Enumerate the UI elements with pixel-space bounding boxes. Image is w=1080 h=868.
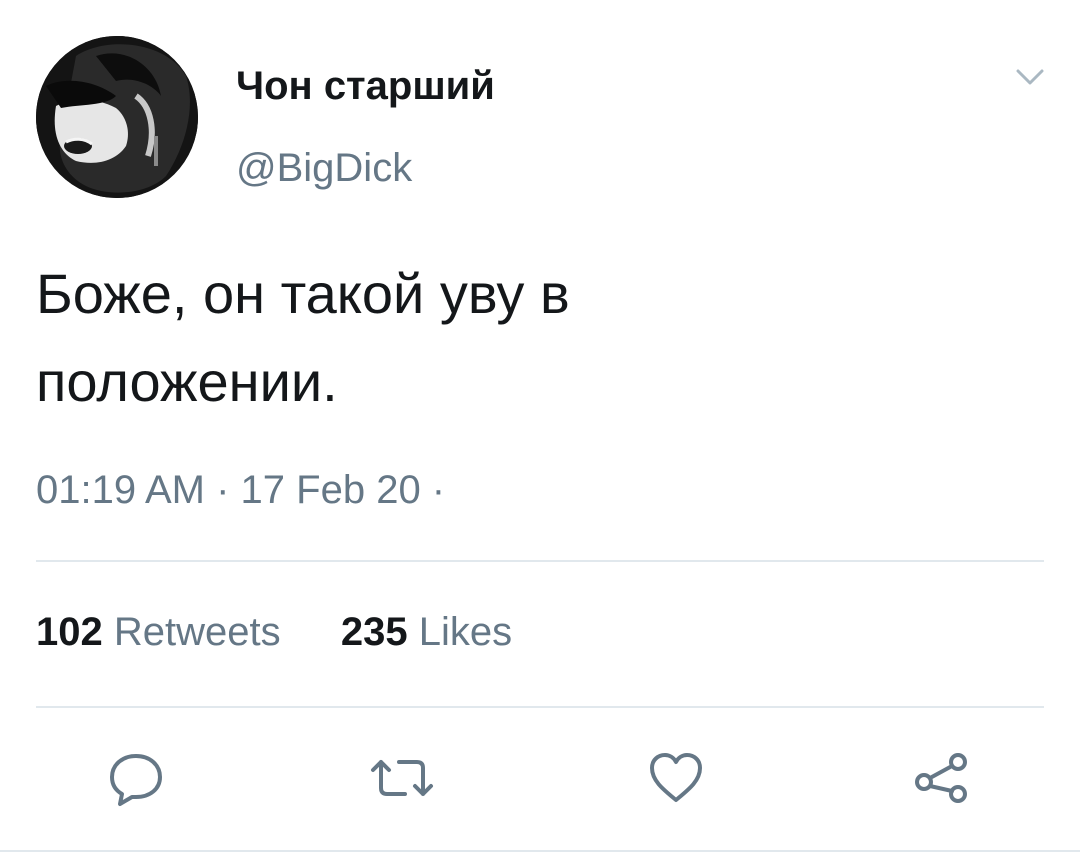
timestamp[interactable]: 01:19 AM · 17 Feb 20 · — [36, 466, 445, 514]
tweet-text-line: Боже, он такой уву в — [36, 262, 570, 325]
like-button[interactable] — [640, 744, 712, 816]
likes-count: 235 — [340, 610, 408, 654]
tweet-text: Боже, он такой уву в положении. — [36, 250, 1036, 426]
retweet-icon — [367, 746, 437, 815]
display-name[interactable]: Чон старший — [236, 62, 495, 110]
divider — [0, 850, 1080, 852]
chevron-down-icon[interactable] — [1012, 62, 1048, 92]
divider — [36, 560, 1044, 562]
heart-icon — [644, 746, 708, 815]
retweet-button[interactable] — [366, 744, 438, 816]
likes-stat[interactable]: 235 Likes — [341, 610, 512, 654]
likes-label: Likes — [418, 610, 513, 654]
tweet-card: Чон старший @BigDick Боже, он такой уву … — [0, 0, 1080, 868]
avatar[interactable] — [36, 36, 198, 198]
reply-button[interactable] — [100, 744, 172, 816]
tweet-text-line: положении. — [36, 350, 338, 413]
user-handle[interactable]: @BigDick — [236, 144, 412, 192]
retweets-count: 102 — [36, 610, 103, 654]
divider — [36, 706, 1044, 708]
share-button[interactable] — [906, 744, 978, 816]
retweets-label: Retweets — [113, 610, 281, 654]
share-icon — [910, 746, 974, 815]
reply-icon — [104, 746, 168, 815]
retweets-stat[interactable]: 102 Retweets — [36, 610, 292, 654]
tweet-stats: 102 Retweets 235 Likes — [36, 608, 512, 656]
